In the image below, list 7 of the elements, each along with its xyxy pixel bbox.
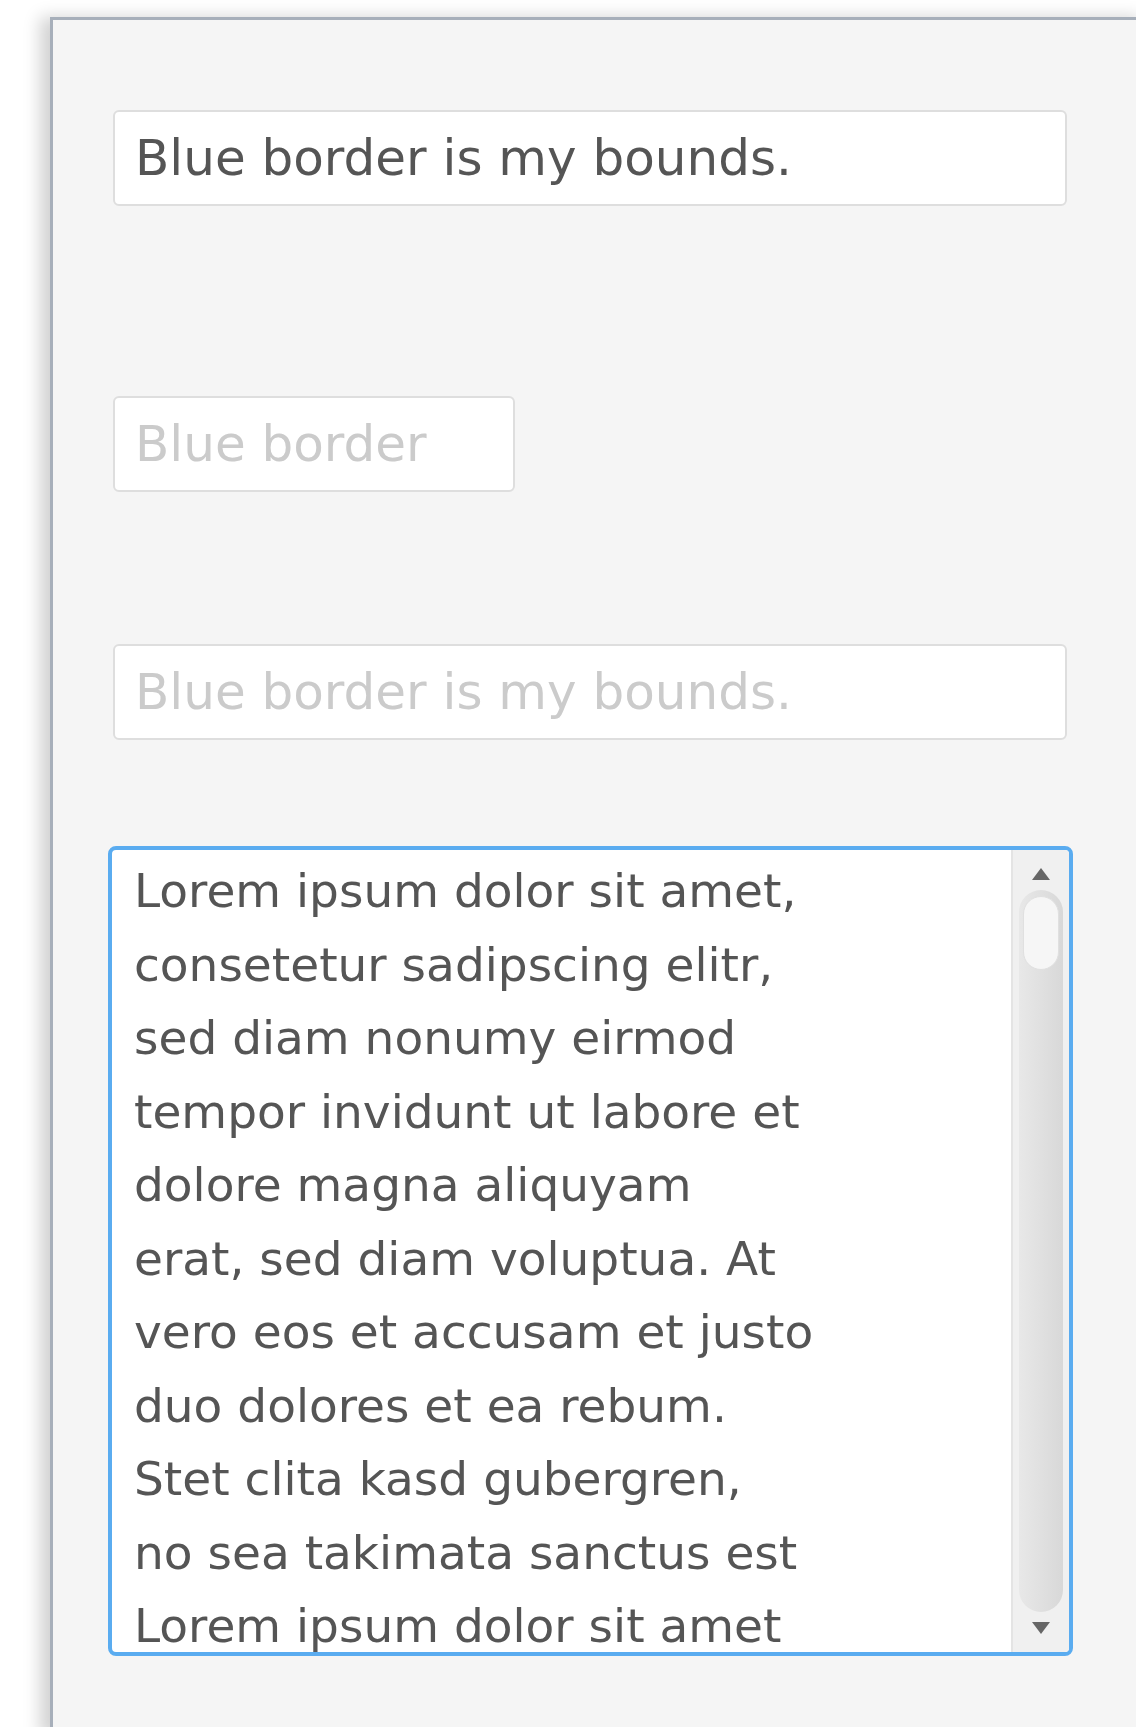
text-field[interactable]: Blue border is my bounds. xyxy=(113,110,1067,206)
text-area[interactable] xyxy=(108,846,1073,1656)
scroll-down-arrow-icon[interactable] xyxy=(1030,1620,1052,1636)
scrollbar-thumb[interactable] xyxy=(1023,896,1059,970)
scroll-up-arrow-icon[interactable] xyxy=(1030,866,1052,882)
scrollbar[interactable] xyxy=(1011,850,1069,1652)
text-area-content: Lorem ipsum dolor sit amet, consetetur sadipscing elitr, sed diam nonumy eirmod tempor invidunt ut labore et dolore magna aliquyam erat, sed diam voluptua. At vero eos et accusam et justo duo dolores et ea rebum. Stet clita kasd gubergren, no sea takimata sanctus est Lorem ipsum dolor sit amet xyxy=(133,862,815,1652)
